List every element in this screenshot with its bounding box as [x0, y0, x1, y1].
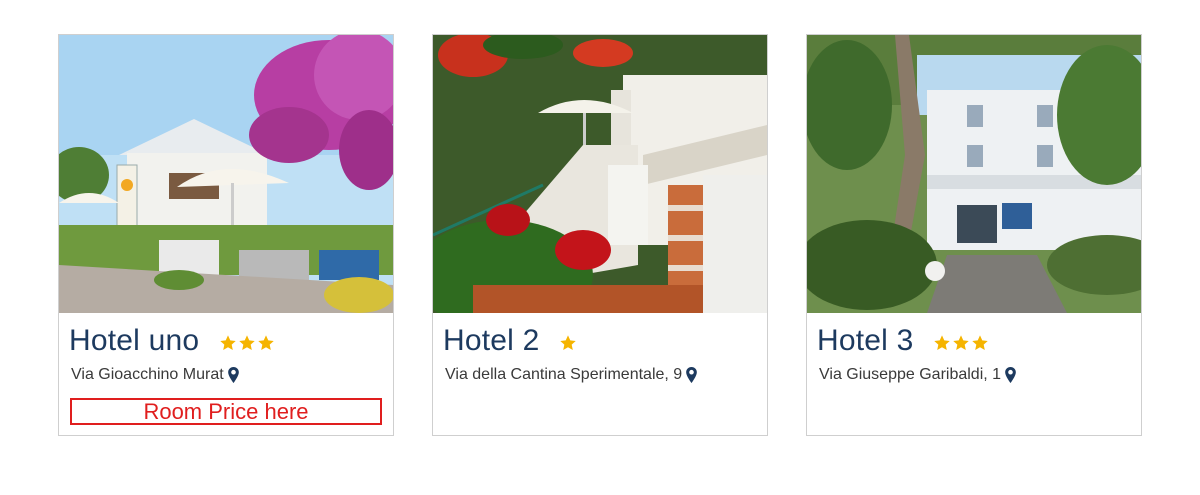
hotel-card[interactable]: Hotel uno Via Gioacchino Murat Room Pric…	[58, 34, 394, 436]
map-pin-icon[interactable]	[228, 367, 239, 383]
star-rating	[559, 334, 577, 352]
hotel-name[interactable]: Hotel 3	[817, 324, 913, 358]
hotel-name[interactable]: Hotel uno	[69, 324, 199, 358]
hotel-address: Via della Cantina Sperimentale, 9	[445, 366, 683, 383]
hotel-title-row: Hotel uno	[69, 321, 275, 361]
star-rating	[219, 334, 275, 352]
star-icon	[933, 334, 951, 352]
hotel-list: Hotel uno Via Gioacchino Murat Room Pric…	[58, 34, 1142, 436]
room-price-placeholder: Room Price here	[70, 398, 382, 425]
hotel-address: Via Gioacchino Murat	[71, 366, 224, 383]
hotel-address-row: Via della Cantina Sperimentale, 9	[445, 366, 697, 384]
star-icon	[238, 334, 256, 352]
star-icon	[952, 334, 970, 352]
star-rating	[933, 334, 989, 352]
hotel-title-row: Hotel 3	[817, 321, 989, 361]
star-icon	[219, 334, 237, 352]
map-pin-icon[interactable]	[1005, 367, 1016, 383]
hotel-photo[interactable]	[433, 35, 767, 313]
hotel-photo[interactable]	[807, 35, 1141, 313]
hotel-card[interactable]: Hotel 3 Via Giuseppe Garibaldi, 1	[806, 34, 1142, 436]
hotel-photo[interactable]	[59, 35, 393, 313]
hotel-title-row: Hotel 2	[443, 321, 577, 361]
hotel-card[interactable]: Hotel 2 Via della Cantina Sperimentale, …	[432, 34, 768, 436]
star-icon	[257, 334, 275, 352]
hotel-address-row: Via Gioacchino Murat	[71, 366, 239, 384]
star-icon	[971, 334, 989, 352]
star-icon	[559, 334, 577, 352]
hotel-name[interactable]: Hotel 2	[443, 324, 539, 358]
hotel-address: Via Giuseppe Garibaldi, 1	[819, 366, 1002, 383]
hotel-address-row: Via Giuseppe Garibaldi, 1	[819, 366, 1016, 384]
map-pin-icon[interactable]	[686, 367, 697, 383]
